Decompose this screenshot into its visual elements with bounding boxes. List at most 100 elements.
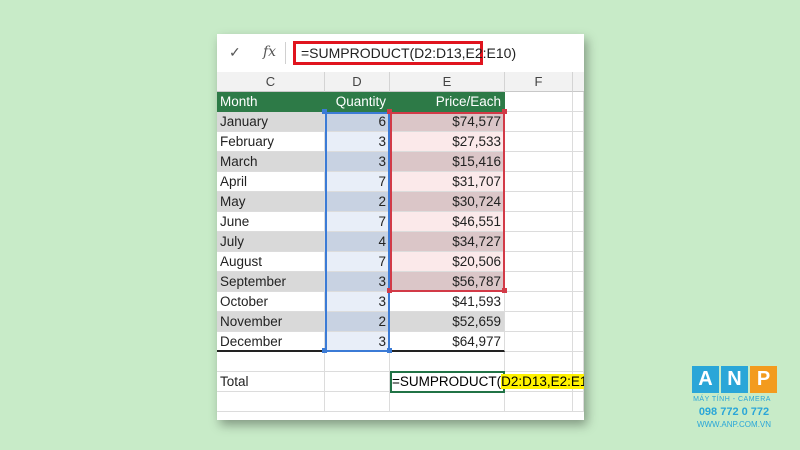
header-month[interactable]: Month: [217, 92, 325, 112]
price-cell[interactable]: $27,533: [390, 132, 505, 152]
total-formula-cell[interactable]: =SUMPRODUCT(D2:D13,E2:E10): [390, 371, 584, 393]
edit-formula-prefix: =SUMPRODUCT(: [392, 374, 502, 389]
empty-cell[interactable]: [505, 392, 573, 412]
total-label-cell[interactable]: Total: [217, 372, 325, 392]
header-quantity[interactable]: Quantity: [325, 92, 390, 112]
empty-cell[interactable]: [573, 292, 584, 312]
empty-cell[interactable]: [505, 172, 573, 192]
empty-cell[interactable]: [573, 352, 584, 372]
empty-cell[interactable]: [573, 212, 584, 232]
month-cell[interactable]: February: [217, 132, 325, 152]
empty-cell[interactable]: [573, 232, 584, 252]
empty-cell[interactable]: [505, 252, 573, 272]
quantity-cell[interactable]: 3: [325, 332, 390, 352]
formula-bar-divider: [285, 42, 286, 64]
quantity-cell[interactable]: 7: [325, 172, 390, 192]
worksheet-grid: C D E F Month Quantity Price/Each January 6 $…: [217, 72, 584, 420]
price-cell[interactable]: $31,707: [390, 172, 505, 192]
empty-cell[interactable]: [505, 152, 573, 172]
quantity-cell[interactable]: 3: [325, 272, 390, 292]
empty-cell[interactable]: [573, 392, 584, 412]
quantity-cell[interactable]: 4: [325, 232, 390, 252]
empty-cell[interactable]: [573, 272, 584, 292]
empty-cell[interactable]: [573, 312, 584, 332]
empty-cell[interactable]: [505, 352, 573, 372]
price-cell[interactable]: $64,977: [390, 332, 505, 352]
quantity-cell[interactable]: 7: [325, 252, 390, 272]
price-cell[interactable]: $46,551: [390, 212, 505, 232]
quantity-cell[interactable]: 3: [325, 152, 390, 172]
range-handle[interactable]: [322, 109, 327, 114]
month-cell[interactable]: June: [217, 212, 325, 232]
month-cell[interactable]: January: [217, 112, 325, 132]
column-header-e[interactable]: E: [390, 72, 505, 92]
empty-cell[interactable]: [217, 392, 325, 412]
column-header-d[interactable]: D: [325, 72, 390, 92]
empty-cell[interactable]: [573, 332, 584, 352]
month-cell[interactable]: July: [217, 232, 325, 252]
month-cell[interactable]: March: [217, 152, 325, 172]
quantity-cell[interactable]: 3: [325, 132, 390, 152]
fx-icon[interactable]: fx: [263, 44, 276, 60]
month-cell[interactable]: May: [217, 192, 325, 212]
empty-cell[interactable]: [573, 192, 584, 212]
empty-cell[interactable]: [390, 352, 505, 372]
empty-cell[interactable]: [505, 192, 573, 212]
column-header-c[interactable]: C: [217, 72, 325, 92]
range-handle[interactable]: [502, 109, 507, 114]
price-cell[interactable]: $41,593: [390, 292, 505, 312]
price-cell[interactable]: $30,724: [390, 192, 505, 212]
range-handle[interactable]: [502, 288, 507, 293]
empty-cell[interactable]: [505, 272, 573, 292]
empty-cell[interactable]: [325, 372, 390, 392]
empty-cell[interactable]: [573, 152, 584, 172]
empty-cell[interactable]: [505, 292, 573, 312]
formula-input[interactable]: =SUMPRODUCT(D2:D13,E2:E10): [293, 41, 516, 65]
logo-letter-n: N: [721, 366, 748, 393]
month-cell[interactable]: December: [217, 332, 325, 352]
empty-cell[interactable]: [573, 92, 584, 112]
price-cell[interactable]: $20,506: [390, 252, 505, 272]
empty-cell[interactable]: [573, 172, 584, 192]
range-handle[interactable]: [387, 348, 392, 353]
price-cell[interactable]: $52,659: [390, 312, 505, 332]
header-price-each[interactable]: Price/Each: [390, 92, 505, 112]
range-handle[interactable]: [387, 109, 392, 114]
price-cell[interactable]: $74,577: [390, 112, 505, 132]
quantity-cell[interactable]: 3: [325, 292, 390, 312]
empty-cell[interactable]: [325, 352, 390, 372]
empty-cell[interactable]: [505, 232, 573, 252]
month-cell[interactable]: September: [217, 272, 325, 292]
logo-letter-a: A: [692, 366, 719, 393]
column-header-next: [573, 72, 584, 92]
range-handle[interactable]: [387, 288, 392, 293]
empty-cell[interactable]: [573, 132, 584, 152]
month-cell[interactable]: April: [217, 172, 325, 192]
price-cell[interactable]: $34,727: [390, 232, 505, 252]
quantity-cell[interactable]: 2: [325, 312, 390, 332]
empty-cell[interactable]: [505, 132, 573, 152]
edit-formula-args: D2:D13,E2:E10: [501, 374, 584, 389]
empty-cell[interactable]: [573, 252, 584, 272]
month-cell[interactable]: October: [217, 292, 325, 312]
empty-cell[interactable]: [325, 392, 390, 412]
empty-cell[interactable]: [505, 92, 573, 112]
empty-cell[interactable]: [505, 212, 573, 232]
quantity-cell[interactable]: 6: [325, 112, 390, 132]
month-cell[interactable]: November: [217, 312, 325, 332]
quantity-cell[interactable]: 7: [325, 212, 390, 232]
empty-cell[interactable]: [505, 312, 573, 332]
empty-cell[interactable]: [217, 352, 325, 372]
check-icon[interactable]: ✓: [229, 44, 241, 61]
month-cell[interactable]: August: [217, 252, 325, 272]
quantity-cell[interactable]: 2: [325, 192, 390, 212]
column-header-f[interactable]: F: [505, 72, 573, 92]
empty-cell[interactable]: [573, 112, 584, 132]
empty-cell[interactable]: [390, 392, 505, 412]
price-cell[interactable]: $15,416: [390, 152, 505, 172]
empty-cell[interactable]: [505, 332, 573, 352]
range-handle[interactable]: [322, 348, 327, 353]
empty-cell[interactable]: [505, 112, 573, 132]
logo-phone: 098 772 0 772: [698, 406, 770, 418]
price-cell[interactable]: $56,787: [390, 272, 505, 292]
